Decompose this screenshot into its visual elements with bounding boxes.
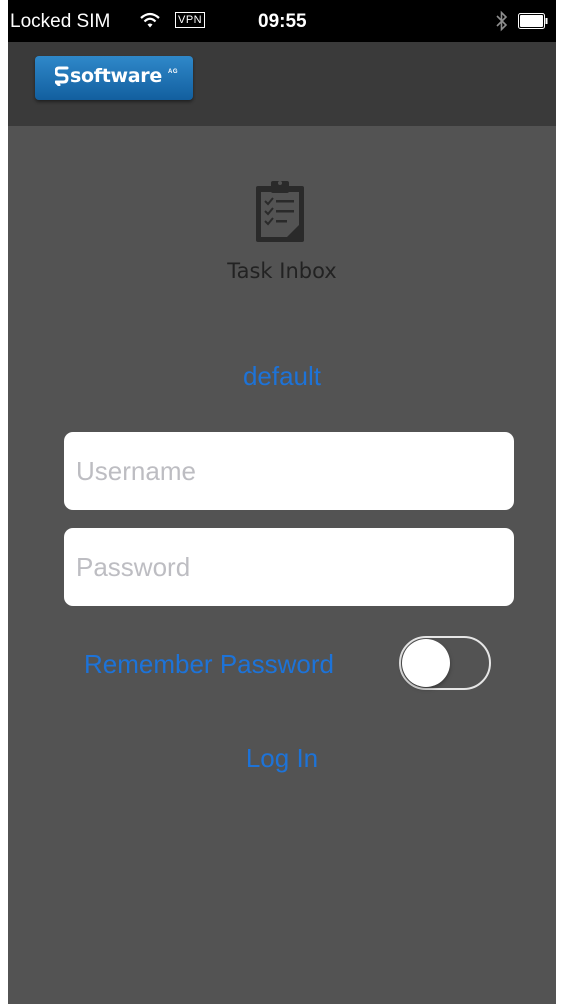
app-screen: Locked SIM VPN 09:55 software AG Task In…: [8, 0, 556, 1004]
username-input[interactable]: [64, 432, 514, 510]
log-in-button[interactable]: Log In: [197, 736, 367, 780]
carrier-label: Locked SIM: [10, 11, 111, 32]
server-name-link[interactable]: default: [8, 360, 556, 392]
logo-suffix: AG: [168, 69, 178, 75]
wifi-icon: [140, 12, 160, 28]
vpn-badge: VPN: [175, 12, 206, 28]
software-ag-logo: software AG: [35, 56, 193, 100]
app-header: Task Inbox: [8, 178, 556, 288]
battery-icon: [518, 13, 548, 29]
logo-mark-icon: [55, 66, 69, 86]
bluetooth-icon: [496, 10, 508, 32]
password-input[interactable]: [64, 528, 514, 606]
remember-password-row: Remember Password: [8, 634, 556, 692]
toggle-knob: [402, 639, 450, 687]
nav-bar: software AG: [8, 42, 556, 126]
status-time: 09:55: [258, 11, 307, 32]
clipboard-checklist-icon: [256, 181, 304, 242]
app-title: Task Inbox: [227, 259, 337, 283]
remember-password-label: Remember Password: [84, 649, 334, 679]
status-bar: Locked SIM VPN 09:55: [8, 0, 556, 42]
remember-password-toggle[interactable]: [399, 636, 491, 690]
logo-text: software: [70, 65, 162, 87]
